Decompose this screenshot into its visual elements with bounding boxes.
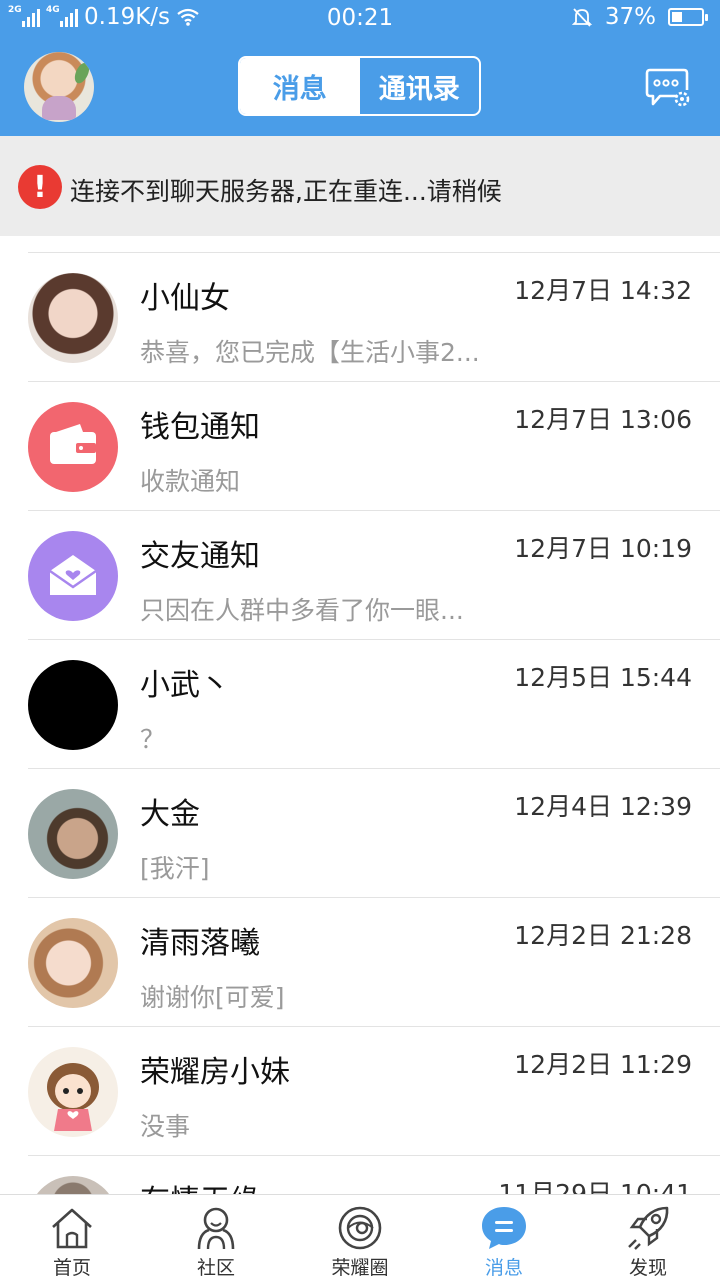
conversation-row[interactable]: 荣耀房小妹 12月2日 11:29 没事 — [0, 1027, 720, 1156]
bottom-tab-bar: 首页 社区 荣耀圈 消息 发现 — [0, 1194, 720, 1281]
status-bar: 2G 4G 0.19K/s 00:21 37% — [0, 0, 720, 38]
conversation-time: 12月2日 11:29 — [514, 1050, 692, 1079]
connection-banner: ! 连接不到聊天服务器,正在重连...请稍候 — [0, 136, 720, 236]
conversation-row[interactable]: 大金 12月4日 12:39 [我汗] — [0, 769, 720, 898]
message-icon — [482, 1207, 526, 1249]
wallet-icon — [28, 402, 118, 492]
conversation-time: 12月4日 12:39 — [514, 792, 692, 821]
avatar — [28, 918, 118, 1008]
conversation-preview: ？ — [140, 725, 166, 754]
conversation-name: 交友通知 — [140, 539, 260, 574]
tab-label: 社区 — [196, 1257, 235, 1279]
avatar — [28, 273, 118, 363]
tab-contacts[interactable]: 通讯录 — [360, 58, 480, 114]
avatar — [28, 1047, 118, 1137]
conversation-row[interactable]: 钱包通知 12月7日 13:06 收款通知 — [0, 382, 720, 511]
conversation-row[interactable]: 清雨落曦 12月2日 21:28 谢谢你[可爱] — [0, 898, 720, 1027]
tab-home[interactable]: 首页 — [0, 1195, 144, 1281]
banner-text: 连接不到聊天服务器,正在重连...请稍候 — [70, 177, 502, 206]
tab-label: 首页 — [52, 1257, 91, 1279]
mute-bell-icon — [571, 8, 593, 27]
conversation-name: 荣耀房小妹 — [140, 1055, 290, 1090]
conversation-preview: [我汗] — [140, 854, 210, 883]
conversation-preview: 收款通知 — [140, 467, 241, 496]
conversation-name: 清雨落曦 — [140, 926, 260, 961]
top-header: 2G 4G 0.19K/s 00:21 37% 消息 通讯录 — [0, 0, 720, 136]
home-icon — [52, 1208, 92, 1249]
conversation-row[interactable]: 交友通知 12月7日 10:19 只因在人群中多看了你一眼... — [0, 511, 720, 640]
tab-label: 消息 — [484, 1257, 523, 1279]
conversation-time: 12月5日 15:44 — [514, 663, 692, 692]
conversation-time: 12月2日 21:28 — [514, 921, 692, 950]
conversation-name: 钱包通知 — [140, 410, 260, 445]
community-icon — [197, 1207, 235, 1250]
conversation-time: 12月7日 14:32 — [514, 276, 692, 305]
tab-discover[interactable]: 发现 — [576, 1195, 720, 1281]
battery-icon — [668, 8, 708, 26]
tab-label: 发现 — [628, 1257, 667, 1279]
avatar — [28, 789, 118, 879]
my-avatar[interactable] — [24, 52, 94, 122]
header-segmented-tabs: 消息 通讯录 — [238, 56, 481, 116]
tab-messages[interactable]: 消息 — [240, 58, 360, 114]
rocket-icon — [628, 1206, 669, 1250]
avatar — [28, 660, 118, 750]
conversation-name: 大金 — [140, 797, 200, 832]
tab-honor-circle[interactable]: 荣耀圈 — [288, 1195, 432, 1281]
conversation-row[interactable]: 小仙女 12月7日 14:32 恭喜，您已完成【生活小事2... — [0, 253, 720, 382]
tab-messages-bottom[interactable]: 消息 — [432, 1195, 576, 1281]
conversation-preview: 只因在人群中多看了你一眼... — [140, 596, 464, 625]
conversation-name: 小仙女 — [140, 281, 230, 316]
conversation-preview: 恭喜，您已完成【生活小事2... — [140, 338, 480, 367]
battery-percent: 37% — [604, 4, 656, 30]
conversation-row[interactable]: 小武丶 12月5日 15:44 ？ — [0, 640, 720, 769]
planet-icon — [338, 1206, 382, 1250]
conversation-preview: 谢谢你[可爱] — [140, 983, 285, 1012]
chat-settings-icon[interactable] — [644, 62, 692, 110]
conversation-preview: 没事 — [140, 1112, 191, 1141]
alert-icon: ! — [18, 165, 62, 209]
conversation-time: 12月7日 10:19 — [514, 534, 692, 563]
conversation-time: 12月7日 13:06 — [514, 405, 692, 434]
conversation-name: 小武丶 — [140, 668, 230, 703]
envelope-heart-icon — [28, 531, 118, 621]
tab-label: 荣耀圈 — [331, 1257, 389, 1279]
tab-community[interactable]: 社区 — [144, 1195, 288, 1281]
